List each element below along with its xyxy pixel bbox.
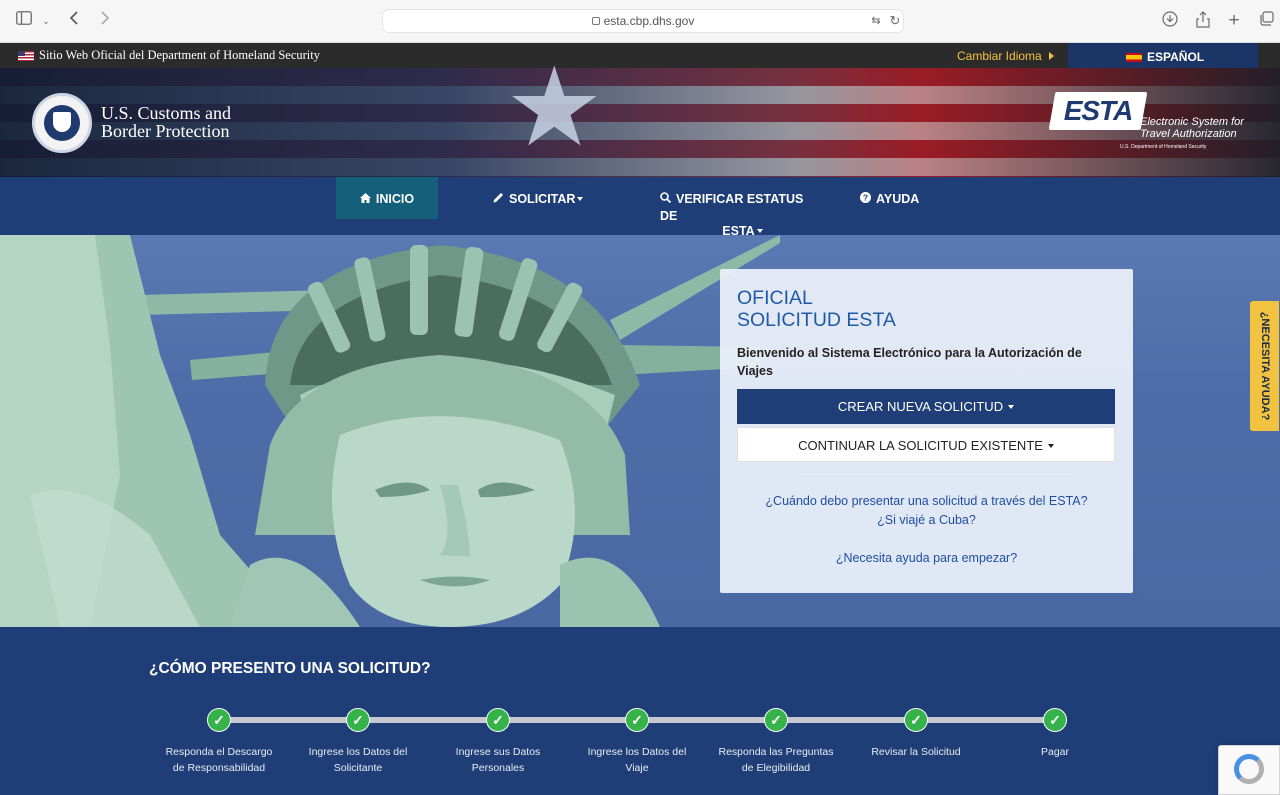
- recaptcha-badge[interactable]: [1218, 745, 1280, 795]
- check-icon: ✓: [764, 708, 788, 732]
- step-label: Responda las Preguntas de Elegibilidad: [718, 746, 834, 774]
- nav-inicio-label: INICIO: [375, 192, 415, 206]
- search-icon: [660, 192, 672, 209]
- step-3: ✓ Ingrese sus Datos Personales: [428, 708, 568, 776]
- nav-item-ayuda[interactable]: ? AYUDA: [860, 177, 919, 219]
- welcome-text: Bienvenido al Sistema Electrónico para l…: [737, 346, 1082, 378]
- url-text: esta.cbp.dhs.gov: [603, 14, 695, 28]
- check-icon: ✓: [346, 708, 370, 732]
- svg-text:?: ?: [863, 193, 868, 203]
- share-icon[interactable]: [1193, 11, 1213, 31]
- card-title: OFICIAL SOLICITUD ESTA: [737, 287, 896, 331]
- chevron-down-icon[interactable]: ⌄: [36, 11, 56, 31]
- link-help-getting-started[interactable]: ¿Necesita ayuda para empezar?: [720, 551, 1133, 565]
- continue-existing-application-button[interactable]: CONTINUAR LA SOLICITUD EXISTENTE: [737, 427, 1115, 462]
- link-travelled-to-cuba[interactable]: ¿Si viajé a Cuba?: [720, 513, 1133, 527]
- translate-icon[interactable]: ⇆: [866, 11, 886, 31]
- reload-icon[interactable]: ↻: [885, 11, 905, 31]
- browser-toolbar: ⌄ esta.cbp.dhs.gov ⇆ ↻ +: [0, 0, 1280, 43]
- lock-icon: [591, 17, 600, 25]
- step-label: Responda el Descargo de Responsabilidad: [165, 746, 273, 774]
- how-to-apply-section: ¿CÓMO PRESENTO UNA SOLICITUD? ✓ Responda…: [0, 627, 1280, 795]
- check-icon: ✓: [486, 708, 510, 732]
- spain-flag-icon: [1126, 53, 1142, 62]
- sidebar-toggle-icon[interactable]: [14, 11, 34, 31]
- official-site-text: Sitio Web Oficial del Department of Home…: [39, 48, 320, 62]
- check-icon: ✓: [625, 708, 649, 732]
- need-help-tab[interactable]: ¿NECESITA AYUDA?: [1250, 301, 1279, 431]
- nav-ayuda-label: AYUDA: [876, 192, 920, 206]
- divider: [800, 472, 1070, 473]
- nav-verificar-label-1: VERIFICAR ESTATUS DE: [660, 192, 804, 223]
- statue-of-liberty-image: [0, 235, 780, 627]
- step-label: Pagar: [1040, 746, 1070, 758]
- step-2: ✓ Ingrese los Datos del Solicitante: [288, 708, 428, 776]
- flag-star-decoration: ★: [505, 46, 604, 169]
- create-new-application-button[interactable]: CREAR NUEVA SOLICITUD: [737, 389, 1115, 424]
- back-icon[interactable]: [64, 11, 84, 31]
- new-tab-icon[interactable]: +: [1224, 11, 1244, 31]
- question-circle-icon: ?: [860, 178, 871, 222]
- esta-logo-text: ESTA: [1063, 95, 1133, 126]
- step-label: Ingrese los Datos del Solicitante: [308, 746, 408, 774]
- create-new-application-label: CREAR NUEVA SOLICITUD: [837, 399, 1004, 414]
- link-when-to-apply[interactable]: ¿Cuándo debo presentar una solicitud a t…: [720, 494, 1133, 508]
- continue-existing-application-label: CONTINUAR LA SOLICITUD EXISTENTE: [798, 438, 1043, 453]
- check-icon: ✓: [1043, 708, 1067, 732]
- step-label: Ingrese los Datos del Viaje: [587, 746, 687, 774]
- us-flag-icon: [18, 51, 34, 61]
- tabs-overview-icon[interactable]: [1256, 11, 1276, 31]
- home-icon: [359, 178, 371, 222]
- download-icon[interactable]: [1160, 11, 1180, 31]
- agency-name-line1: U.S. Customs and: [101, 103, 232, 123]
- steps-title: ¿CÓMO PRESENTO UNA SOLICITUD?: [149, 660, 431, 677]
- nav-solicitar-label: SOLICITAR: [509, 192, 576, 206]
- forward-icon[interactable]: [95, 11, 115, 31]
- check-icon: ✓: [207, 708, 231, 732]
- need-help-label: ¿NECESITA AYUDA?: [1259, 311, 1271, 421]
- address-bar[interactable]: esta.cbp.dhs.gov: [382, 9, 904, 33]
- site-header: ★ U.S. Customs and Border Protection EST…: [0, 46, 1280, 177]
- language-label: ESPAÑOL: [1147, 50, 1205, 64]
- card-title-line1: OFICIAL: [737, 287, 813, 309]
- language-selector[interactable]: ESPAÑOL: [1068, 43, 1258, 68]
- nav-item-solicitar[interactable]: SOLICITAR: [493, 177, 584, 222]
- esta-subtitle-line2: Travel Authorization: [1140, 128, 1237, 140]
- esta-logo[interactable]: ESTA: [1048, 92, 1148, 130]
- application-card: OFICIAL SOLICITUD ESTA Bienvenido al Sis…: [720, 269, 1133, 593]
- change-language-label: Cambiar Idioma: [957, 49, 1042, 63]
- agency-name-line2: Border Protection: [101, 121, 230, 141]
- caret-down-icon: [577, 197, 584, 201]
- main-nav: INICIO SOLICITAR VERIFICAR ESTATUS DE ES…: [0, 177, 1280, 238]
- recaptcha-icon: [1234, 754, 1264, 784]
- step-7: ✓ Pagar: [985, 708, 1125, 761]
- step-5: ✓ Responda las Preguntas de Elegibilidad: [706, 708, 846, 776]
- caret-down-icon: [1008, 405, 1015, 409]
- step-label: Revisar la Solicitud: [871, 746, 961, 758]
- check-icon: ✓: [904, 708, 928, 732]
- nav-item-verificar-estatus[interactable]: VERIFICAR ESTATUS DE ESTA: [660, 192, 820, 238]
- caret-right-icon: [1048, 52, 1054, 60]
- change-language-link[interactable]: Cambiar Idioma: [957, 49, 1054, 63]
- step-6: ✓ Revisar la Solicitud: [846, 708, 986, 761]
- nav-item-inicio[interactable]: INICIO: [336, 177, 438, 219]
- esta-dept-text: U.S. Department of Homeland Security: [1120, 144, 1207, 150]
- step-4: ✓ Ingrese los Datos del Viaje: [567, 708, 707, 776]
- esta-subtitle-line1: Electronic System for: [1140, 116, 1244, 128]
- caret-down-icon: [756, 229, 763, 233]
- step-label: Ingrese sus Datos Personales: [455, 746, 541, 774]
- step-1: ✓ Responda el Descargo de Responsabilidad: [149, 708, 289, 776]
- esta-subtitle: Electronic System for Travel Authorizati…: [1140, 116, 1244, 140]
- dhs-seal-logo[interactable]: [32, 93, 92, 153]
- pencil-icon: [493, 178, 504, 222]
- caret-down-icon: [1047, 444, 1054, 448]
- card-title-line2: SOLICITUD ESTA: [737, 309, 896, 331]
- agency-name[interactable]: U.S. Customs and Border Protection: [101, 104, 231, 140]
